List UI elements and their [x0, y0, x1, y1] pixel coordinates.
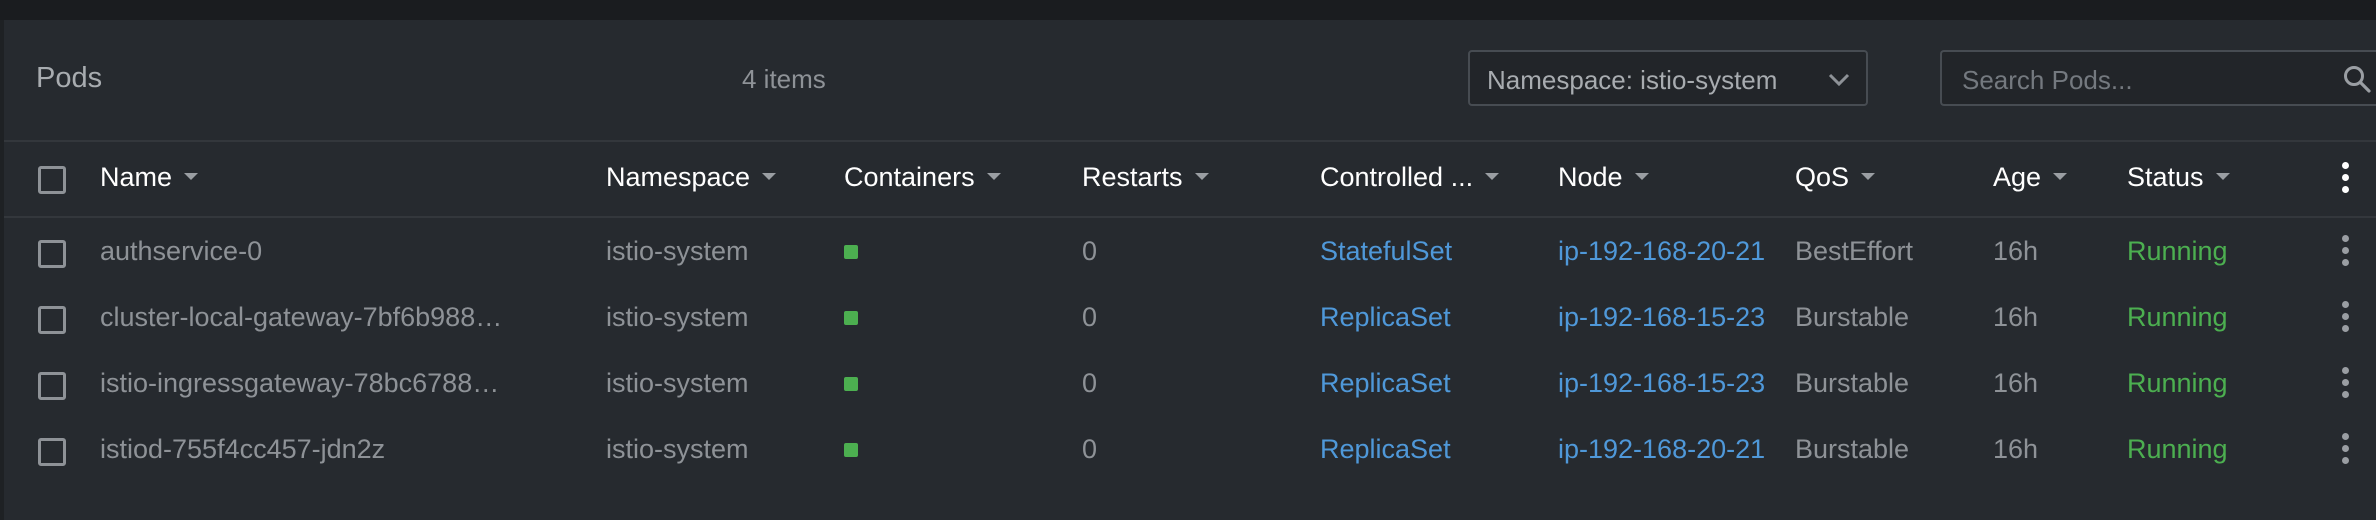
table-row[interactable]: cluster-local-gateway-7bf6b988… istio-sy…: [4, 284, 2376, 350]
column-header-age[interactable]: Age: [1993, 162, 2068, 193]
pods-panel: Pods 4 items Namespace: istio-system Nam…: [4, 20, 2376, 520]
pod-age: 16h: [1993, 236, 2039, 266]
column-header-name[interactable]: Name: [100, 162, 199, 193]
node-link[interactable]: ip-192-168-15-23: [1558, 302, 1770, 333]
column-header-namespace[interactable]: Namespace: [606, 162, 777, 193]
pod-restarts: 0: [1082, 434, 1098, 464]
pod-qos: BestEffort: [1795, 236, 1914, 266]
container-status-icon: [844, 311, 858, 325]
pod-name[interactable]: cluster-local-gateway-7bf6b988…: [100, 302, 520, 333]
column-header-containers[interactable]: Containers: [844, 162, 1001, 193]
pod-restarts: 0: [1082, 368, 1098, 398]
column-header-restarts[interactable]: Restarts: [1082, 162, 1209, 193]
pod-restarts: 0: [1082, 302, 1098, 332]
table-header: Name Namespace Containers Restarts Contr…: [4, 142, 2376, 218]
controlled-by-link[interactable]: ReplicaSet: [1320, 368, 1451, 399]
row-menu-icon[interactable]: [2342, 433, 2350, 469]
pod-namespace: istio-system: [606, 368, 749, 398]
container-status-icon: [844, 377, 858, 391]
app-top-bar: [0, 0, 2376, 20]
row-menu-icon[interactable]: [2342, 367, 2350, 403]
sort-icon: [2053, 173, 2068, 181]
pod-name[interactable]: istio-ingressgateway-78bc6788…: [100, 368, 520, 399]
table-row[interactable]: istio-ingressgateway-78bc6788… istio-sys…: [4, 350, 2376, 416]
chevron-down-icon: [1828, 73, 1850, 87]
column-header-node[interactable]: Node: [1558, 162, 1649, 193]
sort-icon: [1634, 173, 1649, 181]
column-header-qos[interactable]: QoS: [1795, 162, 1876, 193]
row-checkbox[interactable]: [38, 438, 66, 466]
controlled-by-link[interactable]: StatefulSet: [1320, 236, 1452, 267]
pod-age: 16h: [1993, 368, 2039, 398]
column-header-status[interactable]: Status: [2127, 162, 2230, 193]
row-menu-icon[interactable]: [2342, 235, 2350, 271]
namespace-select-label: Namespace: istio-system: [1487, 65, 1778, 95]
sort-icon: [986, 173, 1001, 181]
status-badge: Running: [2127, 302, 2228, 332]
sort-icon: [2215, 173, 2230, 181]
node-link[interactable]: ip-192-168-20-21: [1558, 434, 1770, 465]
page-title: Pods: [36, 62, 103, 94]
search-box: [1940, 50, 2376, 106]
namespace-select[interactable]: Namespace: istio-system: [1468, 50, 1868, 106]
column-header-controlled-by[interactable]: Controlled ...: [1320, 162, 1500, 193]
status-badge: Running: [2127, 236, 2228, 266]
container-status-icon: [844, 245, 858, 259]
table-row[interactable]: authservice-0 istio-system 0 StatefulSet…: [4, 218, 2376, 284]
sort-icon: [1861, 173, 1876, 181]
panel-header: Pods 4 items Namespace: istio-system: [4, 20, 2376, 142]
pod-namespace: istio-system: [606, 302, 749, 332]
pod-qos: Burstable: [1795, 368, 1910, 398]
node-link[interactable]: ip-192-168-15-23: [1558, 368, 1770, 399]
pod-age: 16h: [1993, 434, 2039, 464]
container-status-icon: [844, 443, 858, 457]
item-count: 4 items: [742, 64, 826, 94]
sort-icon: [1194, 173, 1209, 181]
node-link[interactable]: ip-192-168-20-21: [1558, 236, 1770, 267]
pod-age: 16h: [1993, 302, 2039, 332]
search-input[interactable]: [1960, 62, 2324, 98]
status-badge: Running: [2127, 434, 2228, 464]
select-all-checkbox[interactable]: [38, 166, 66, 194]
controlled-by-link[interactable]: ReplicaSet: [1320, 302, 1451, 333]
search-icon[interactable]: [2342, 64, 2372, 94]
table-row[interactable]: istiod-755f4cc457-jdn2z istio-system 0 R…: [4, 416, 2376, 482]
sort-icon: [1485, 173, 1500, 181]
pod-namespace: istio-system: [606, 236, 749, 266]
sort-icon: [184, 173, 199, 181]
pod-restarts: 0: [1082, 236, 1098, 266]
controlled-by-link[interactable]: ReplicaSet: [1320, 434, 1451, 465]
row-checkbox[interactable]: [38, 306, 66, 334]
row-checkbox[interactable]: [38, 372, 66, 400]
pod-name[interactable]: istiod-755f4cc457-jdn2z: [100, 434, 520, 465]
columns-menu-icon[interactable]: [2342, 162, 2350, 198]
pod-qos: Burstable: [1795, 302, 1910, 332]
pod-qos: Burstable: [1795, 434, 1910, 464]
row-menu-icon[interactable]: [2342, 301, 2350, 337]
sort-icon: [762, 173, 777, 181]
pod-name[interactable]: authservice-0: [100, 236, 520, 267]
row-checkbox[interactable]: [38, 240, 66, 268]
status-badge: Running: [2127, 368, 2228, 398]
pod-namespace: istio-system: [606, 434, 749, 464]
